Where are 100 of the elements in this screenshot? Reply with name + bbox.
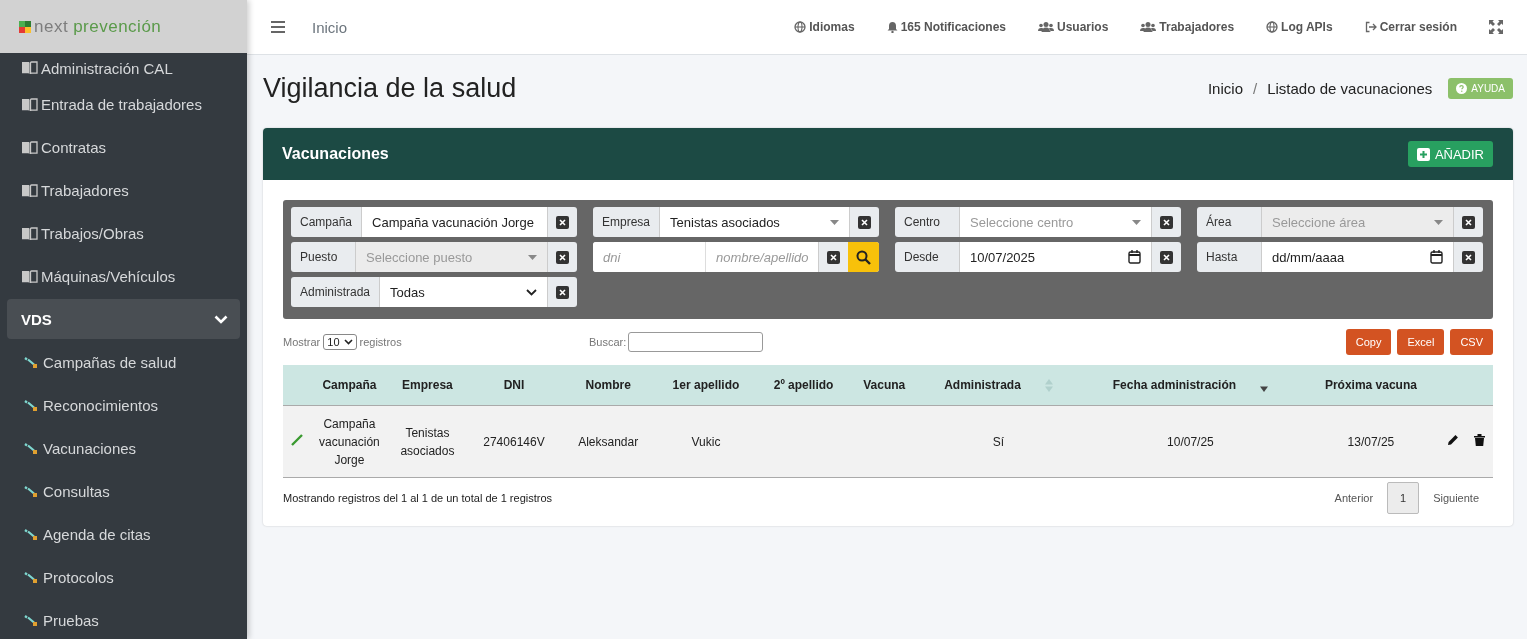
table-cell: Aleksandar [561, 405, 655, 478]
column-header[interactable]: 1er apellido [654, 365, 758, 406]
column-header[interactable]: DNI [466, 365, 562, 406]
caret-icon [830, 219, 839, 225]
home-link[interactable]: Inicio [312, 18, 348, 36]
table-cell: Campaña vacunación Jorge [310, 405, 389, 478]
sidebar-group[interactable]: VDS [7, 299, 240, 339]
chevron-icon [526, 288, 537, 296]
previous-link[interactable]: Anterior [1320, 492, 1388, 504]
sidebar-item[interactable]: Trabajadores [7, 169, 240, 212]
table-cell: 27406146V [466, 405, 562, 478]
column-header[interactable]: Campaña [310, 365, 389, 406]
page-button[interactable]: 1 [1387, 482, 1420, 514]
plus-icon [1416, 147, 1430, 161]
sidebar-item[interactable]: Reconocimientos [7, 384, 240, 427]
export-button[interactable]: Copy [1345, 329, 1392, 355]
edit-icon[interactable] [1447, 434, 1460, 446]
book-icon [21, 226, 38, 241]
globe-icon [1266, 21, 1279, 33]
search-field[interactable] [628, 332, 764, 352]
clear-icon[interactable] [1462, 215, 1475, 229]
search-button[interactable] [848, 242, 879, 272]
next-link[interactable]: Siguiente [1419, 492, 1493, 504]
clear-icon[interactable] [1160, 215, 1173, 229]
export-button[interactable]: Excel [1397, 329, 1445, 355]
sidebar-item[interactable]: Consultas [7, 470, 240, 513]
topbar-link[interactable]: Usuarios [1038, 20, 1109, 34]
chevron-icon [214, 314, 228, 324]
sidebar-item[interactable]: Agenda de citas [7, 513, 240, 556]
date-field[interactable]: dd/mm/aaaa [1262, 242, 1453, 272]
sidebar-item[interactable]: Máquinas/Vehículos [7, 255, 240, 298]
export-button[interactable]: CSV [1450, 329, 1493, 355]
select-field[interactable]: Todas [380, 277, 547, 307]
logo-text: next [34, 16, 69, 37]
column-header[interactable]: Fecha administración [1078, 365, 1303, 406]
sidebar-item[interactable]: Vacunaciones [7, 427, 240, 470]
users-icon [1038, 21, 1054, 33]
users-icon [1140, 21, 1157, 33]
caret-icon [528, 254, 537, 260]
dni-field[interactable]: dni [593, 242, 705, 272]
page-title: Vigilancia de la salud [263, 72, 517, 104]
card-title: Vacunaciones [282, 145, 389, 163]
clear-icon[interactable] [1160, 250, 1173, 264]
page-length-select[interactable]: 10 [323, 334, 357, 350]
clear-icon[interactable] [1462, 250, 1475, 264]
book-icon [21, 97, 38, 112]
delete-icon[interactable] [1474, 434, 1486, 446]
sidebar-item[interactable]: Contratas [7, 126, 240, 169]
table-cell: Tenistas asociados [388, 405, 467, 478]
select-field[interactable]: Campaña vacunación Jorge [362, 207, 547, 237]
sidebar-item[interactable]: Campañas de salud [7, 341, 240, 384]
logo-text: prevención [73, 16, 162, 37]
date-field[interactable]: 10/07/2025 [960, 242, 1151, 272]
search-icon [856, 249, 871, 265]
topbar-link[interactable]: Trabajadores [1140, 20, 1235, 34]
sidebar-item[interactable]: Administración CAL [7, 53, 240, 83]
sidebar-item[interactable]: Trabajos/Obras [7, 212, 240, 255]
help-icon [1456, 82, 1468, 94]
caret-icon [1434, 219, 1443, 225]
topbar-link[interactable]: Idiomas [794, 20, 855, 34]
clear-icon[interactable] [858, 215, 871, 229]
table-info: Mostrando registros del 1 al 1 de un total de 1 registros [283, 492, 553, 504]
topbar-link[interactable]: Cerrar sesión [1364, 20, 1457, 34]
topbar-link[interactable]: Log APIs [1266, 20, 1333, 34]
calendar-icon[interactable] [1128, 250, 1141, 264]
topbar-link[interactable]: 165 Notificaciones [886, 20, 1006, 34]
column-header[interactable]: Empresa [388, 365, 467, 406]
table-cell: 13/07/25 [1302, 405, 1440, 478]
breadcrumb-link[interactable]: Inicio [1207, 79, 1243, 97]
breadcrumb-separator: / [1253, 79, 1258, 97]
name-field[interactable]: nombre/apellido [705, 242, 818, 272]
length-label: registros [359, 336, 402, 348]
sidebar-item[interactable]: Pruebas [7, 599, 240, 639]
menu-icon[interactable] [271, 21, 285, 33]
sidebar-item[interactable]: Protocolos [7, 556, 240, 599]
column-header[interactable]: Administrada [918, 365, 1079, 406]
breadcrumb-link[interactable]: Listado de vacunaciones [1267, 79, 1433, 97]
clear-icon[interactable] [827, 250, 840, 264]
book-icon [21, 183, 38, 198]
book-icon [21, 140, 38, 155]
book-icon [21, 269, 38, 284]
logout-icon [1364, 21, 1377, 33]
globe-icon [794, 21, 807, 33]
clear-icon[interactable] [556, 250, 569, 264]
table-cell: Vukic [654, 405, 758, 478]
column-header[interactable]: Próxima vacuna [1302, 365, 1440, 406]
calendar-icon[interactable] [1430, 250, 1443, 264]
clear-icon[interactable] [556, 215, 569, 229]
length-label: Mostrar [283, 336, 321, 348]
select-field[interactable]: Tenistas asociados [660, 207, 849, 237]
sidebar-item[interactable]: Entrada de trabajadores [7, 83, 240, 126]
column-header[interactable]: Nombre [561, 365, 655, 406]
column-header[interactable]: 2º apellido [757, 365, 850, 406]
caret-icon [1132, 219, 1141, 225]
book-icon [21, 61, 38, 75]
bell-icon [886, 21, 898, 33]
clear-icon[interactable] [556, 285, 569, 299]
logo-icon [19, 20, 31, 33]
column-header[interactable]: Vacuna [850, 365, 919, 406]
fullscreen-icon[interactable] [1489, 20, 1503, 34]
